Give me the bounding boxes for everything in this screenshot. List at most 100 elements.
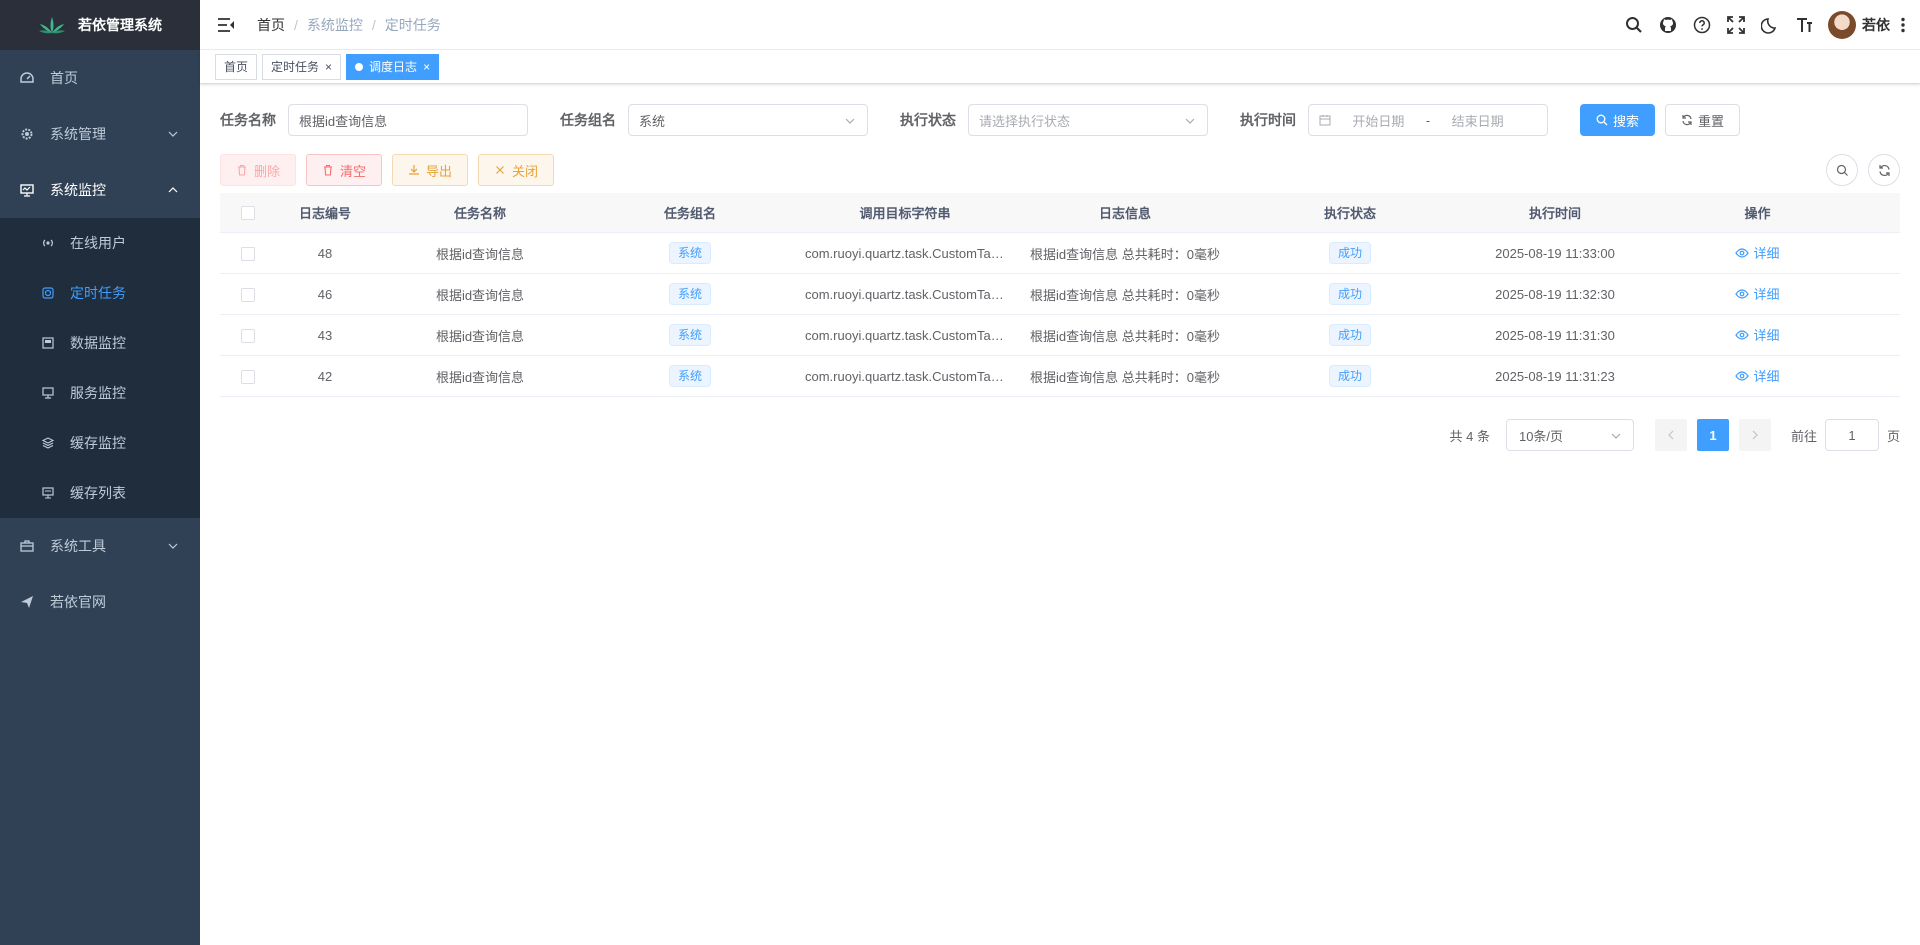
fullscreen-icon[interactable] [1726,15,1746,35]
main-content: 任务名称 根据id查询信息 任务组名 系统 执行状态 请选择执行状态 执行时间 … [200,84,1920,945]
job-name-input[interactable]: 根据id查询信息 [288,104,528,136]
page-size-select[interactable]: 10条/页 [1505,419,1634,451]
goto-page-input[interactable]: 1 [1824,419,1879,451]
prev-page-button[interactable] [1654,419,1687,451]
table-tools [1816,154,1900,186]
log-id: 48 [317,245,333,261]
tag-scheduled-jobs[interactable]: 定时任务 × [262,53,342,80]
job-group-cell: 系统 [585,365,795,387]
dashboard-icon [20,71,34,85]
header-cell: 执行时间 [1528,206,1581,221]
close-icon[interactable]: × [423,55,430,79]
row-select-cell [220,286,275,302]
job-name: 根据id查询信息 [435,246,525,262]
search-icon [1836,164,1848,176]
job-group-badge: 系统 [668,324,711,346]
job-group-cell: 系统 [585,324,795,346]
toolbar: 删除 清空 导出 关闭 [220,154,564,186]
search-icon [1596,114,1608,126]
action-cell: 详细 [1645,325,1870,345]
status-badge: 成功 [1328,283,1371,305]
hamburger-icon[interactable] [217,17,235,33]
detail-button[interactable]: 详细 [1735,366,1780,385]
github-icon[interactable] [1658,15,1678,35]
end-date-placeholder[interactable]: 结束日期 [1452,111,1504,130]
breadcrumb-home[interactable]: 首页 [257,15,285,35]
search-form: 任务名称 根据id查询信息 任务组名 系统 执行状态 请选择执行状态 执行时间 … [220,104,1741,136]
detail-button[interactable]: 详细 [1735,243,1780,262]
close-icon[interactable]: × [325,55,332,79]
online-icon [42,237,54,249]
job-group-select[interactable]: 系统 [628,104,868,136]
detail-button[interactable]: 详细 [1735,284,1780,303]
sidebar-item-server-monitor[interactable]: 服务监控 [0,368,200,418]
sidebar-item-label: 缓存列表 [70,485,126,501]
redis-list-icon [42,487,54,499]
chevron-left-icon [1668,430,1674,440]
sidebar-item-home[interactable]: 首页 [0,50,200,106]
submenu-monitor: 在线用户 定时任务 数据监控 服务监控 缓存监控 缓存列表 [0,218,200,518]
select-all-checkbox[interactable] [240,206,255,221]
search-button-label: 搜索 [1613,113,1640,129]
tag-job-log[interactable]: 调度日志 × [346,53,440,80]
refresh-icon [1682,114,1692,126]
logo-area[interactable]: 若依管理系统 [0,0,200,50]
help-icon[interactable] [1692,15,1712,35]
active-dot-icon [355,62,364,71]
delete-button[interactable]: 删除 [220,154,297,186]
sidebar-item-cache-list[interactable]: 缓存列表 [0,468,200,518]
toggle-search-button[interactable] [1826,154,1858,186]
redis-icon [42,437,54,449]
sidebar-item-cache-monitor[interactable]: 缓存监控 [0,418,200,468]
chevron-down-icon [1611,433,1621,439]
navbar: 首页 / 系统监控 / 定时任务 若依 [200,0,1920,50]
table-row: 42 根据id查询信息 系统 com.ruoyi.quartz.task.Cus… [220,356,1900,397]
action-cell: 详细 [1645,243,1870,263]
next-page-button[interactable] [1738,419,1771,451]
date-range-picker[interactable]: 开始日期 - 结束日期 [1308,104,1548,136]
sidebar-item-online-users[interactable]: 在线用户 [0,218,200,268]
trash-icon [238,164,246,176]
job-name: 根据id查询信息 [435,328,525,344]
font-size-icon[interactable] [1794,15,1814,35]
server-icon [42,387,54,399]
detail-button[interactable]: 详细 [1735,325,1780,344]
job-log-table: 日志编号 任务名称 任务组名 调用目标字符串 日志信息 执行状态 执行时间 操作… [220,193,1900,397]
more-vertical-icon[interactable] [1900,17,1906,33]
row-checkbox[interactable] [240,246,255,261]
header-cell: 任务名称 [453,206,506,221]
goto-page: 前往 1 页 [1791,419,1900,451]
refresh-button[interactable] [1868,154,1900,186]
sidebar-item-monitor[interactable]: 系统监控 [0,162,200,218]
close-button-label: 关闭 [512,163,539,179]
username[interactable]: 若依 [1862,15,1890,35]
page-size-value: 10条/页 [1518,428,1564,444]
detail-label: 详细 [1753,369,1780,385]
search-button[interactable]: 搜索 [1580,104,1656,136]
tag-home[interactable]: 首页 [215,53,258,80]
page-number-current[interactable]: 1 [1696,419,1729,451]
status-select[interactable]: 请选择执行状态 [968,104,1208,136]
row-checkbox[interactable] [240,287,255,302]
detail-label: 详细 [1753,246,1780,262]
clean-button[interactable]: 清空 [306,154,383,186]
sidebar-item-system[interactable]: 系统管理 [0,106,200,162]
sidebar-item-official-site[interactable]: 若依官网 [0,574,200,630]
row-checkbox[interactable] [240,369,255,384]
reset-button[interactable]: 重置 [1665,104,1741,136]
sidebar-item-tools[interactable]: 系统工具 [0,518,200,574]
export-button[interactable]: 导出 [392,154,469,186]
status-badge: 成功 [1328,324,1371,346]
moon-icon[interactable] [1760,15,1780,35]
eye-icon [1735,371,1750,381]
start-date-placeholder[interactable]: 开始日期 [1352,111,1404,130]
avatar[interactable] [1828,11,1856,39]
close-button[interactable]: 关闭 [478,154,555,186]
status-label: 执行状态 [900,112,956,128]
status-cell: 成功 [1235,365,1465,387]
row-checkbox[interactable] [240,328,255,343]
sidebar-item-data-monitor[interactable]: 数据监控 [0,318,200,368]
search-icon[interactable] [1624,15,1644,35]
sidebar-item-scheduled-jobs[interactable]: 定时任务 [0,268,200,318]
header-cell: 执行状态 [1323,206,1376,221]
